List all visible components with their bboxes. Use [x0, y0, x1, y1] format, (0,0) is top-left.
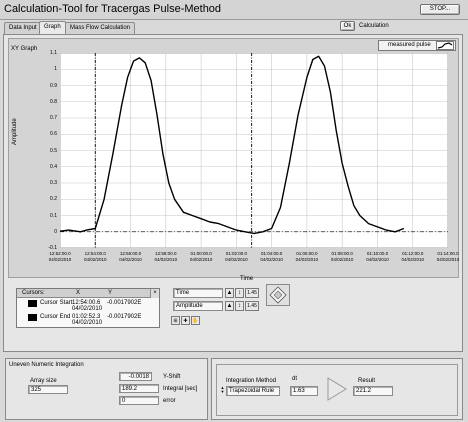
method-ring-arrows-icon[interactable]: ▲ ▼ [220, 386, 225, 395]
legend-label: measured pulse [388, 42, 431, 48]
time-axis-field[interactable]: Time [173, 288, 223, 298]
legend-line-icon [436, 41, 454, 50]
y-tick-label: 1.1 [50, 50, 57, 56]
plot-area[interactable] [60, 53, 448, 248]
x-tick-label: 01:04:00.0 04/02/2010 [260, 251, 283, 262]
x-tick-label: 01:00:00.0 04/02/2010 [189, 251, 213, 262]
cursors-header: Cursors: [22, 290, 45, 296]
cursor-start-y[interactable]: -0.0017902E [107, 300, 141, 306]
cursor-end-y[interactable]: -0.0017902E [107, 314, 141, 320]
x-tick-label: 01:02:00.0 04/02/2010 [225, 251, 248, 262]
stop-button[interactable]: STOP... [420, 4, 460, 15]
y-axis-title: Amplitude [12, 118, 18, 145]
plot-svg [60, 53, 448, 248]
y-tick-label: 0.1 [50, 212, 57, 219]
tab-graph[interactable]: Graph [39, 21, 66, 35]
ok-button[interactable]: Ok [340, 21, 355, 31]
x-tick-label: 01:08:00.0 04/02/2010 [330, 251, 354, 262]
amplitude-scale-icon[interactable]: ↕ [235, 301, 244, 311]
cursor-table-scroll-icon[interactable]: × [150, 289, 159, 298]
y-tick-label: 0.6 [50, 131, 57, 138]
yshift-field[interactable]: -0.0018 [119, 372, 152, 381]
run-arrow-icon[interactable] [326, 376, 348, 402]
y-tick-label: 0.4 [50, 163, 57, 170]
cursors-y-header: Y [108, 290, 113, 296]
cursor-tool-icon[interactable]: ✚ [181, 316, 190, 325]
y-tick-label: 0.9 [50, 82, 57, 89]
x-tick-label: 12:54:00.0 04/02/2010 [84, 251, 107, 262]
cursor-start-name: Cursor Start [40, 300, 73, 306]
tab-data-input[interactable]: Data Input [4, 22, 42, 34]
x-tick-label: 12:56:00.0 04/02/2010 [119, 251, 142, 262]
cursor-end-x-date: 04/02/2010 [72, 320, 103, 326]
tab-mass-flow-calculation[interactable]: Mass Flow Calculation [65, 22, 136, 34]
integral-label: Integral [sec] [163, 386, 198, 392]
cursor-start-x-date: 04/02/2010 [72, 306, 103, 312]
amplitude-format-button[interactable]: 1.45 [245, 301, 259, 311]
y-tick-label: 0 [54, 228, 57, 235]
y-tick-label: 0.7 [50, 115, 57, 121]
integration-method-label: Integration Method [226, 378, 277, 384]
hand-tool-icon[interactable]: ✋ [191, 316, 200, 325]
calculation-label: Calculation [359, 23, 389, 29]
dt-field[interactable]: 1.63 [290, 386, 318, 396]
x-tick-label: 01:10:00.0 04/02/2010 [366, 251, 389, 262]
integral-field: 189.2 [119, 384, 159, 393]
zoom-tool-icon[interactable]: ⊞ [171, 316, 180, 325]
x-tick-label: 12:58:00.0 04/02/2010 [154, 251, 178, 262]
pan-control-icon[interactable] [266, 284, 290, 306]
dt-label: dt [292, 376, 298, 382]
amplitude-axis-field[interactable]: Amplitude [173, 301, 223, 311]
yshift-label: Y-Shift [163, 374, 181, 380]
result-field: 221.2 [353, 386, 393, 396]
array-size-label: Array size [30, 378, 57, 384]
y-tick-label: 0.2 [50, 196, 57, 203]
result-label: Result [358, 378, 376, 384]
cursors-x-header: X [76, 290, 81, 296]
x-tick-label: 01:14:00.0 04/02/2010 [436, 251, 460, 262]
amplitude-lock-icon[interactable]: ▲ [225, 301, 234, 311]
graph-title: XY Graph [11, 46, 38, 52]
time-scale-icon[interactable]: ↕ [235, 288, 244, 298]
cursor-end-name: Cursor End [40, 314, 71, 320]
x-axis-title: Time [240, 276, 254, 282]
x-tick-label: 12:52:00.0 04/02/2010 [48, 251, 72, 262]
x-tick-label: 01:06:00.0 04/02/2010 [295, 251, 319, 262]
window-title: Calculation-Tool for Tracergas Pulse-Met… [4, 3, 222, 15]
error-label: error [163, 398, 176, 404]
cursor-end-swatch[interactable] [28, 314, 37, 321]
integration-title: Uneven Numeric Integration [9, 362, 84, 368]
error-field: 0 [119, 396, 159, 405]
array-size-field: 325 [28, 385, 68, 394]
cursor-start-swatch[interactable] [28, 300, 37, 307]
integration-method-select[interactable]: Trapezoidal Rule [226, 386, 280, 396]
y-tick-label: 0.8 [50, 98, 57, 105]
x-tick-label: 01:12:00.0 04/02/2010 [401, 251, 424, 262]
time-lock-icon[interactable]: ▲ [225, 288, 234, 298]
y-tick-label: 0.3 [50, 180, 57, 186]
time-format-button[interactable]: 1.45 [245, 288, 259, 298]
y-tick-label: 0.5 [50, 147, 57, 154]
y-tick-label: 1 [54, 66, 57, 73]
